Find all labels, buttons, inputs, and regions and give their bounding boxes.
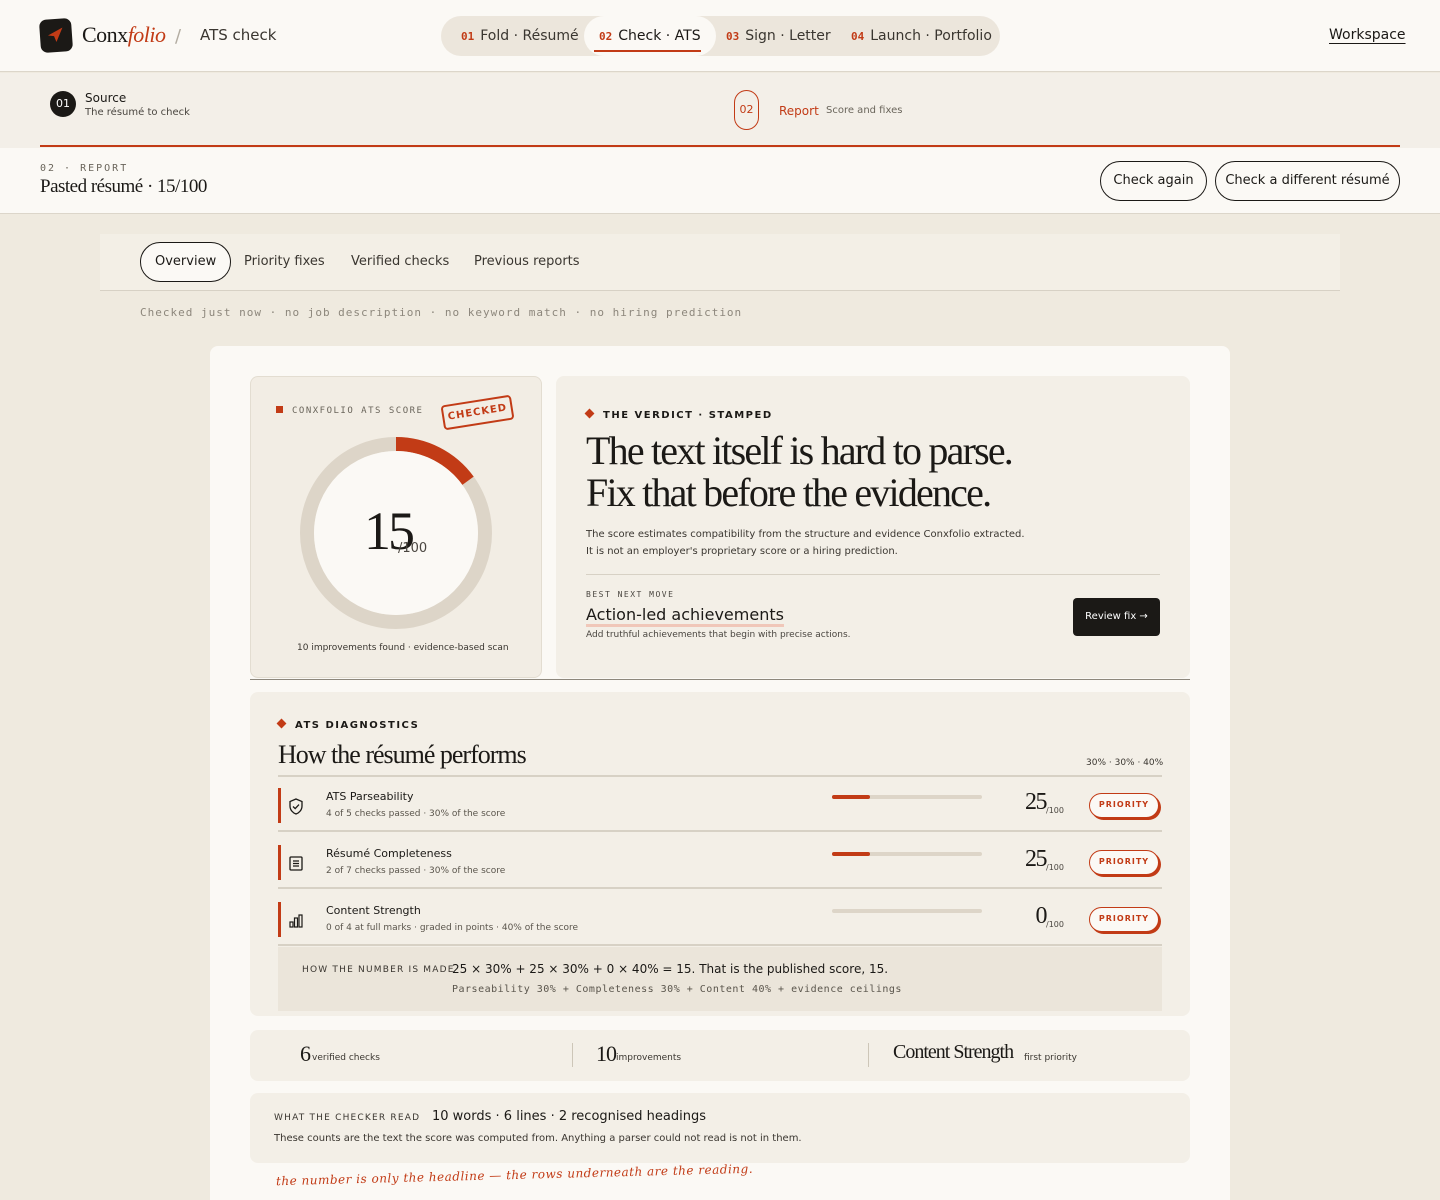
priority-badge[interactable]: PRIORITY (1089, 850, 1159, 875)
row-progress-fill (832, 852, 870, 856)
verdict-headline: The text itself is hard to parse. Fix tha… (586, 428, 1014, 515)
square-bullet-icon (276, 406, 283, 413)
verdict-paragraph: The score estimates compatibility from t… (586, 529, 1025, 557)
formula-subtitle: Parseability 30% + Completeness 30% + Co… (452, 984, 902, 995)
logo-icon[interactable] (38, 17, 74, 54)
tabs-divider (100, 290, 1340, 291)
row-progress-track (832, 909, 982, 913)
diamond-bullet-icon (584, 408, 595, 419)
priority-badge[interactable]: PRIORITY (1089, 907, 1159, 932)
summary-improvements-label: improvements (616, 1053, 682, 1063)
best-next-move-title: Action-led achievements (586, 606, 784, 627)
step-source-number[interactable]: 01 (50, 91, 76, 117)
shield-check-icon (289, 798, 303, 815)
bar-chart-icon (289, 914, 303, 928)
summary-verified-label: verified checks (312, 1053, 380, 1063)
row-subtitle: 2 of 7 checks passed · 30% of the score (326, 866, 506, 876)
tab-verified-checks[interactable]: Verified checks (337, 242, 463, 282)
step-source-title[interactable]: Source (85, 91, 126, 105)
diagnostic-row[interactable]: Content Strength 0 of 4 at full marks · … (278, 891, 1162, 946)
row-accent-bar (278, 788, 281, 823)
row-name: Résumé Completeness (326, 847, 452, 860)
diagnostics-kicker: ATS DIAGNOSTICS (276, 718, 419, 731)
document-icon (289, 856, 303, 871)
row-subtitle: 0 of 4 at full marks · graded in points … (326, 923, 579, 933)
row-accent-bar (278, 845, 281, 880)
row-name: ATS Parseability (326, 790, 414, 803)
checker-read-kicker: WHAT THE CHECKER READ (274, 1113, 421, 1123)
row-progress-track (832, 795, 982, 799)
diamond-bullet-icon (276, 718, 287, 729)
step-source-subtitle: The résumé to check (85, 107, 190, 118)
row-score: 25 (1025, 846, 1048, 872)
row-subtitle: 4 of 5 checks passed · 30% of the score (326, 809, 506, 819)
formula-kicker: HOW THE NUMBER IS MADE (302, 965, 455, 975)
check-again-button[interactable]: Check again (1100, 161, 1207, 201)
row-accent-bar (278, 902, 281, 937)
score-footnote: 10 improvements found · evidence-based s… (297, 643, 509, 653)
row-score: 0 (1035, 903, 1048, 929)
report-kicker: 02 · REPORT (40, 163, 129, 174)
product-nav: 01 Fold · Résumé 02 Check · ATS 03 Sign · L… (441, 16, 1000, 56)
stepper-progress-line (40, 145, 1400, 147)
step-report-number[interactable]: 02 (734, 90, 759, 130)
row-score-denominator: /100 (1046, 806, 1064, 815)
best-next-move-subtitle: Add truthful achievements that begin wit… (586, 630, 851, 640)
checker-read-panel (250, 1093, 1190, 1163)
tab-overview[interactable]: Overview (140, 242, 232, 282)
diagnostic-row[interactable]: Résumé Completeness 2 of 7 checks passed… (278, 834, 1162, 889)
tab-previous-reports[interactable]: Previous reports (460, 242, 594, 282)
report-meta-line: Checked just now · no job description · … (140, 306, 743, 319)
report-title: Pasted résumé · 15/100 (40, 176, 207, 197)
tab-priority-fixes[interactable]: Priority fixes (230, 242, 339, 282)
brand-name[interactable]: Conxfolio (82, 22, 166, 48)
score-kicker: CONXFOLIO ATS SCORE (276, 406, 423, 416)
summary-first-priority: Content Strength (893, 1041, 1014, 1063)
diagnostic-row[interactable]: ATS Parseability 4 of 5 checks passed · … (278, 777, 1162, 832)
summary-improvements-count: 10 (596, 1041, 617, 1066)
checker-read-counts: 10 words · 6 lines · 2 recognised headin… (432, 1109, 706, 1124)
summary-verified-count: 6 (300, 1041, 311, 1066)
nav-tab-letter[interactable]: 03 Sign · Letter (711, 16, 846, 56)
row-score-denominator: /100 (1046, 863, 1064, 872)
summary-divider (572, 1043, 573, 1067)
summary-first-priority-label: first priority (1024, 1053, 1077, 1063)
summary-divider (868, 1043, 869, 1067)
score-denominator: /100 (398, 541, 428, 556)
breadcrumb-separator: / (175, 26, 182, 47)
stepper (0, 73, 1440, 148)
diagnostics-weights: 30% · 30% · 40% (1086, 758, 1164, 768)
row-progress-track (832, 852, 982, 856)
step-report-subtitle: Score and fixes (826, 105, 903, 116)
verdict-divider (586, 574, 1160, 575)
review-fix-button[interactable]: Review fix → (1073, 598, 1160, 636)
priority-badge[interactable]: PRIORITY (1089, 793, 1159, 818)
formula-box (278, 947, 1162, 1011)
row-name: Content Strength (326, 904, 421, 917)
best-next-move-kicker: BEST NEXT MOVE (586, 590, 675, 599)
nav-tab-portfolio[interactable]: 04 Launch · Portfolio (836, 16, 1007, 56)
row-score: 25 (1025, 789, 1048, 815)
workspace-link[interactable]: Workspace (1329, 27, 1406, 43)
row-score-denominator: /100 (1046, 920, 1064, 929)
step-report-title[interactable]: Report (779, 104, 819, 118)
verdict-kicker: THE VERDICT · STAMPED (584, 408, 773, 421)
section-divider (250, 679, 1190, 680)
breadcrumb-current: ATS check (200, 26, 277, 44)
nav-tab-resume[interactable]: 01 Fold · Résumé (446, 16, 594, 56)
diagnostics-title: How the résumé performs (278, 740, 527, 769)
checker-read-note: These counts are the text the score was … (274, 1133, 802, 1144)
row-progress-fill (832, 795, 870, 799)
nav-tab-ats[interactable]: 02 Check · ATS (584, 16, 716, 56)
formula-main: 25 × 30% + 25 × 30% + 0 × 40% = 15. That… (452, 962, 889, 976)
check-different-resume-button[interactable]: Check a different résumé (1215, 161, 1400, 201)
